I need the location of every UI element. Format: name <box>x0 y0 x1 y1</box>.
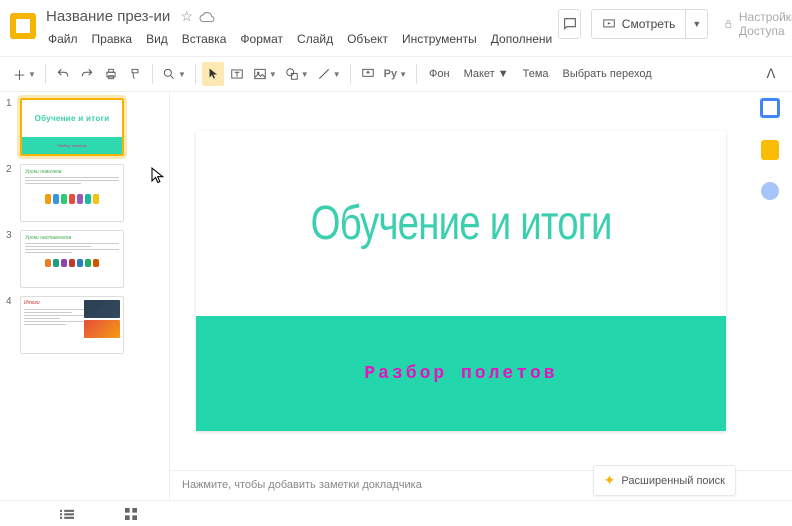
slide-thumb-2[interactable]: Уроки новичков <box>20 164 124 222</box>
menu-file[interactable]: Файл <box>42 29 84 49</box>
title-row: Название през-ии ☆ <box>42 6 558 27</box>
slides-logo-icon <box>10 13 36 39</box>
slide-thumb-row: 3 Уроки наставников <box>6 230 163 288</box>
separator <box>152 64 153 84</box>
calendar-icon[interactable] <box>760 98 780 118</box>
slide-number: 3 <box>6 230 16 288</box>
zoom-button[interactable]: ▼ <box>159 62 189 86</box>
cloud-saved-icon[interactable] <box>199 11 215 23</box>
slide-number: 4 <box>6 296 16 354</box>
canvas-subtitle-area[interactable]: Разбор полетов <box>196 316 726 431</box>
side-panel <box>748 92 792 200</box>
title-area: Название през-ии ☆ Файл Правка Вид Встав… <box>42 6 558 49</box>
keep-icon[interactable] <box>761 140 779 160</box>
slide-thumb-4[interactable]: Итоги <box>20 296 124 354</box>
slide-thumb-1[interactable]: Обучение и итоги Разбор полетов <box>20 98 124 156</box>
separator <box>45 64 46 84</box>
tasks-icon[interactable] <box>761 182 779 200</box>
slide-number: 2 <box>6 164 16 222</box>
filmstrip-view-icon[interactable] <box>60 508 74 520</box>
thumb-subtitle: Разбор полетов <box>57 143 86 148</box>
present-icon <box>602 17 616 31</box>
header-right: Смотреть ▼ Настройки Доступа O <box>558 6 792 42</box>
share-label: Настройки Доступа <box>739 10 792 38</box>
background-button[interactable]: Фон <box>423 68 456 80</box>
present-label: Смотреть <box>622 17 676 31</box>
body: 1 Обучение и итоги Разбор полетов 2 Урок… <box>0 92 792 500</box>
present-button-main[interactable]: Смотреть <box>592 10 686 38</box>
share-button[interactable]: Настройки Доступа <box>718 6 792 42</box>
present-button[interactable]: Смотреть ▼ <box>591 9 708 39</box>
image-tool[interactable]: ▼ <box>250 62 280 86</box>
document-title[interactable]: Название през-ии <box>42 6 174 27</box>
menu-format[interactable]: Формат <box>234 29 289 49</box>
slide-canvas[interactable]: Обучение и итоги Разбор полетов <box>196 131 726 431</box>
undo-button[interactable] <box>52 62 74 86</box>
present-dropdown[interactable]: ▼ <box>685 10 707 38</box>
slides-logo[interactable] <box>10 8 36 44</box>
transition-button[interactable]: Выбрать переход <box>557 68 658 80</box>
paint-format-button[interactable] <box>124 62 146 86</box>
theme-button[interactable]: Тема <box>517 68 555 80</box>
thumb-title: Уроки наставников <box>25 235 119 241</box>
comment-tool[interactable] <box>357 62 379 86</box>
explore-button[interactable]: ✦ Расширенный поиск <box>593 465 736 496</box>
layout-button[interactable]: Макет▼ <box>458 68 515 80</box>
thumb-title: Обучение и итоги <box>35 114 110 123</box>
redo-button[interactable] <box>76 62 98 86</box>
py-tool[interactable]: Py▼ <box>381 62 410 86</box>
slide-thumb-row: 4 Итоги <box>6 296 163 354</box>
toolbar-right: ᐱ <box>760 62 782 86</box>
filmstrip[interactable]: 1 Обучение и итоги Разбор полетов 2 Урок… <box>0 92 170 500</box>
separator <box>195 64 196 84</box>
explore-icon: ✦ <box>604 472 616 489</box>
slide-number: 1 <box>6 98 16 156</box>
canvas-area: Обучение и итоги Разбор полетов Нажмите,… <box>170 92 792 500</box>
select-tool[interactable] <box>202 62 224 86</box>
grid-view-icon[interactable] <box>124 508 138 520</box>
toolbar: ＋▼ ▼ ▼ ▼ ▼ Py▼ Фон Макет▼ Тема Выбрать п… <box>0 56 792 92</box>
menu-slide[interactable]: Слайд <box>291 29 339 49</box>
canvas-title-area[interactable]: Обучение и итоги <box>196 131 726 316</box>
header: Название през-ии ☆ Файл Правка Вид Встав… <box>0 0 792 56</box>
menu-arrange[interactable]: Объект <box>341 29 394 49</box>
thumb-title: Уроки новичков <box>25 169 119 175</box>
menu-tools[interactable]: Инструменты <box>396 29 483 49</box>
textbox-tool[interactable] <box>226 62 248 86</box>
line-tool[interactable]: ▼ <box>314 62 344 86</box>
shape-tool[interactable]: ▼ <box>282 62 312 86</box>
lock-icon <box>724 17 733 31</box>
slide-thumb-row: 2 Уроки новичков <box>6 164 163 222</box>
print-button[interactable] <box>100 62 122 86</box>
canvas-wrap: Обучение и итоги Разбор полетов <box>170 92 792 470</box>
new-slide-button[interactable]: ＋▼ <box>10 62 39 86</box>
menu-bar: Файл Правка Вид Вставка Формат Слайд Объ… <box>42 29 558 49</box>
separator <box>350 64 351 84</box>
star-icon[interactable]: ☆ <box>180 8 193 25</box>
menu-addons[interactable]: Дополнени <box>485 29 558 49</box>
menu-view[interactable]: Вид <box>140 29 174 49</box>
menu-edit[interactable]: Правка <box>86 29 139 49</box>
hide-menus-button[interactable]: ᐱ <box>760 62 782 86</box>
canvas-title: Обучение и итоги <box>311 196 612 251</box>
explore-label: Расширенный поиск <box>621 475 725 487</box>
bottom-bar <box>0 500 792 526</box>
menu-insert[interactable]: Вставка <box>176 29 233 49</box>
thumb-title: Итоги <box>24 300 84 307</box>
comments-button[interactable] <box>558 9 581 39</box>
canvas-subtitle: Разбор полетов <box>364 364 557 384</box>
slide-thumb-3[interactable]: Уроки наставников <box>20 230 124 288</box>
separator <box>416 64 417 84</box>
slide-thumb-row: 1 Обучение и итоги Разбор полетов <box>6 98 163 156</box>
